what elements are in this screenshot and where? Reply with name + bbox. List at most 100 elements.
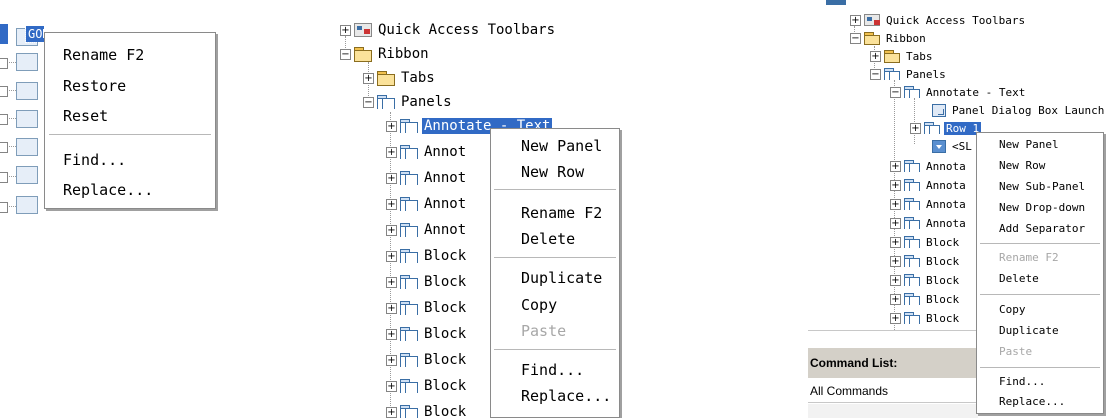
menu-item-replace[interactable]: Replace... xyxy=(491,387,619,405)
expand-icon[interactable]: + xyxy=(890,236,901,248)
menu-item-new-drop-down[interactable]: New Drop-down xyxy=(977,201,1103,214)
tree-item-panel[interactable]: + Annota xyxy=(890,215,968,231)
expand-icon[interactable] xyxy=(0,86,8,97)
expand-icon[interactable]: + xyxy=(340,24,351,36)
tree-item-panel[interactable]: + Block xyxy=(386,324,468,344)
tree-item-ribbon[interactable]: − Ribbon xyxy=(850,30,928,46)
menu-item-duplicate[interactable]: Duplicate xyxy=(491,269,619,287)
expand-icon[interactable]: + xyxy=(386,276,397,288)
tree-item-panel[interactable]: + Annot xyxy=(386,194,468,214)
tree-item-panel[interactable]: + Annot xyxy=(386,168,468,188)
collapse-icon[interactable]: − xyxy=(870,68,881,80)
tree-item-panel[interactable]: + Block xyxy=(890,234,961,250)
tree-item-annotate-text[interactable]: − Annotate - Text xyxy=(890,84,1027,100)
tree-item-slide[interactable]: <SL xyxy=(932,138,974,154)
expand-icon[interactable]: + xyxy=(386,250,397,262)
expand-icon[interactable]: + xyxy=(386,354,397,366)
tree-item-quick-access-toolbars[interactable]: + Quick Access Toolbars xyxy=(850,12,1027,28)
menu-item-new-row[interactable]: New Row xyxy=(491,163,619,181)
expand-icon[interactable]: + xyxy=(870,50,881,62)
expand-icon[interactable]: + xyxy=(890,293,901,305)
tree-item-label: Annot xyxy=(424,196,467,212)
menu-item-rename[interactable]: Rename F2 xyxy=(45,46,215,64)
menu-item-find[interactable]: Find... xyxy=(45,151,215,169)
tree-item-panel[interactable]: + Annota xyxy=(890,177,968,193)
dialog-launcher-icon xyxy=(932,103,946,117)
tree-item-label: Panels xyxy=(906,67,946,81)
tree-item-panel[interactable]: + Block xyxy=(386,298,468,318)
menu-item-restore[interactable]: Restore xyxy=(45,77,215,95)
expand-icon[interactable]: + xyxy=(386,198,397,210)
tree-item-panel[interactable]: + Block xyxy=(386,402,468,418)
menu-item-find[interactable]: Find... xyxy=(491,361,619,379)
tree-item-quick-access-toolbars[interactable]: + Quick Access Toolbars xyxy=(340,20,557,40)
tree-item-panel[interactable]: + Annota xyxy=(890,158,968,174)
expand-icon[interactable]: + xyxy=(386,406,397,418)
menu-item-reset[interactable]: Reset xyxy=(45,107,215,125)
expand-icon[interactable]: + xyxy=(386,146,397,158)
menu-item-replace[interactable]: Replace... xyxy=(45,181,215,199)
menu-item-delete[interactable]: Delete xyxy=(491,230,619,248)
menu-item-new-panel[interactable]: New Panel xyxy=(491,137,619,155)
tree-item-panel[interactable]: + Annot xyxy=(386,142,468,162)
expand-icon[interactable] xyxy=(0,142,8,153)
tree-item-panel[interactable]: + Block xyxy=(386,246,468,266)
expand-icon[interactable]: + xyxy=(850,14,861,26)
expand-icon[interactable]: + xyxy=(890,217,901,229)
tree-item-tabs[interactable]: + Tabs xyxy=(363,68,437,88)
command-filter-select[interactable]: All Commands xyxy=(808,380,980,403)
tree-item-panel[interactable]: + Block xyxy=(890,310,961,326)
menu-item-copy[interactable]: Copy xyxy=(977,303,1103,316)
expand-icon[interactable] xyxy=(0,58,8,69)
folder-icon xyxy=(884,50,900,63)
menu-item-copy[interactable]: Copy xyxy=(491,296,619,314)
expand-icon[interactable]: + xyxy=(890,255,901,267)
expand-icon[interactable] xyxy=(0,172,8,183)
menu-item-delete[interactable]: Delete xyxy=(977,272,1103,285)
tree-item-panel[interactable]: + Block xyxy=(890,253,961,269)
tree-item-panels[interactable]: − Panels xyxy=(870,66,948,82)
expand-icon[interactable] xyxy=(0,114,8,125)
expand-icon[interactable]: + xyxy=(386,302,397,314)
tree-item-dialog-launcher[interactable]: Panel Dialog Box Launch xyxy=(932,102,1106,118)
tree-item-label: Annota xyxy=(926,216,966,230)
tree-item-panel[interactable]: + Block xyxy=(890,291,961,307)
menu-item-add-separator[interactable]: Add Separator xyxy=(977,222,1103,235)
menu-item-rename[interactable]: Rename F2 xyxy=(491,204,619,222)
tree-item-panel[interactable]: + Block xyxy=(890,272,961,288)
expand-icon[interactable]: + xyxy=(890,198,901,210)
menu-item-replace[interactable]: Replace... xyxy=(977,395,1103,408)
tree-item-panel[interactable]: + Block xyxy=(386,350,468,370)
collapse-icon[interactable]: − xyxy=(890,86,901,98)
tree-item-panels[interactable]: − Panels xyxy=(363,92,454,112)
menu-item-find[interactable]: Find... xyxy=(977,375,1103,388)
expand-icon[interactable]: + xyxy=(386,120,397,132)
expand-icon[interactable]: + xyxy=(386,224,397,236)
tree-item-panel[interactable]: + Block xyxy=(386,272,468,292)
expand-icon[interactable]: + xyxy=(386,172,397,184)
tree-item-panel[interactable]: + Annot xyxy=(386,220,468,240)
expand-icon[interactable] xyxy=(0,202,8,213)
expand-icon[interactable]: + xyxy=(890,274,901,286)
expand-icon[interactable]: + xyxy=(890,160,901,172)
menu-item-duplicate[interactable]: Duplicate xyxy=(977,324,1103,337)
expand-icon[interactable]: + xyxy=(386,380,397,392)
tree-item-panel[interactable]: + Annota xyxy=(890,196,968,212)
tree-item-ribbon[interactable]: − Ribbon xyxy=(340,44,431,64)
collapse-icon[interactable]: − xyxy=(340,48,351,60)
collapse-icon[interactable]: − xyxy=(850,32,861,44)
collapse-icon[interactable]: − xyxy=(363,96,374,108)
expand-icon[interactable]: + xyxy=(890,179,901,191)
tree-item-selected[interactable]: GOMA xyxy=(0,24,45,44)
expand-icon[interactable]: + xyxy=(363,72,374,84)
expand-icon[interactable]: + xyxy=(386,328,397,340)
tree-item-panel[interactable]: + Block xyxy=(386,376,468,396)
panel-icon xyxy=(884,68,900,80)
tree-item-row[interactable]: + Row 1 xyxy=(910,120,983,136)
menu-item-new-sub-panel[interactable]: New Sub-Panel xyxy=(977,180,1103,193)
expand-icon[interactable]: + xyxy=(890,312,901,324)
tree-item-tabs[interactable]: + Tabs xyxy=(870,48,935,64)
menu-item-new-row[interactable]: New Row xyxy=(977,159,1103,172)
expand-icon[interactable]: + xyxy=(910,122,921,134)
menu-item-new-panel[interactable]: New Panel xyxy=(977,138,1103,151)
